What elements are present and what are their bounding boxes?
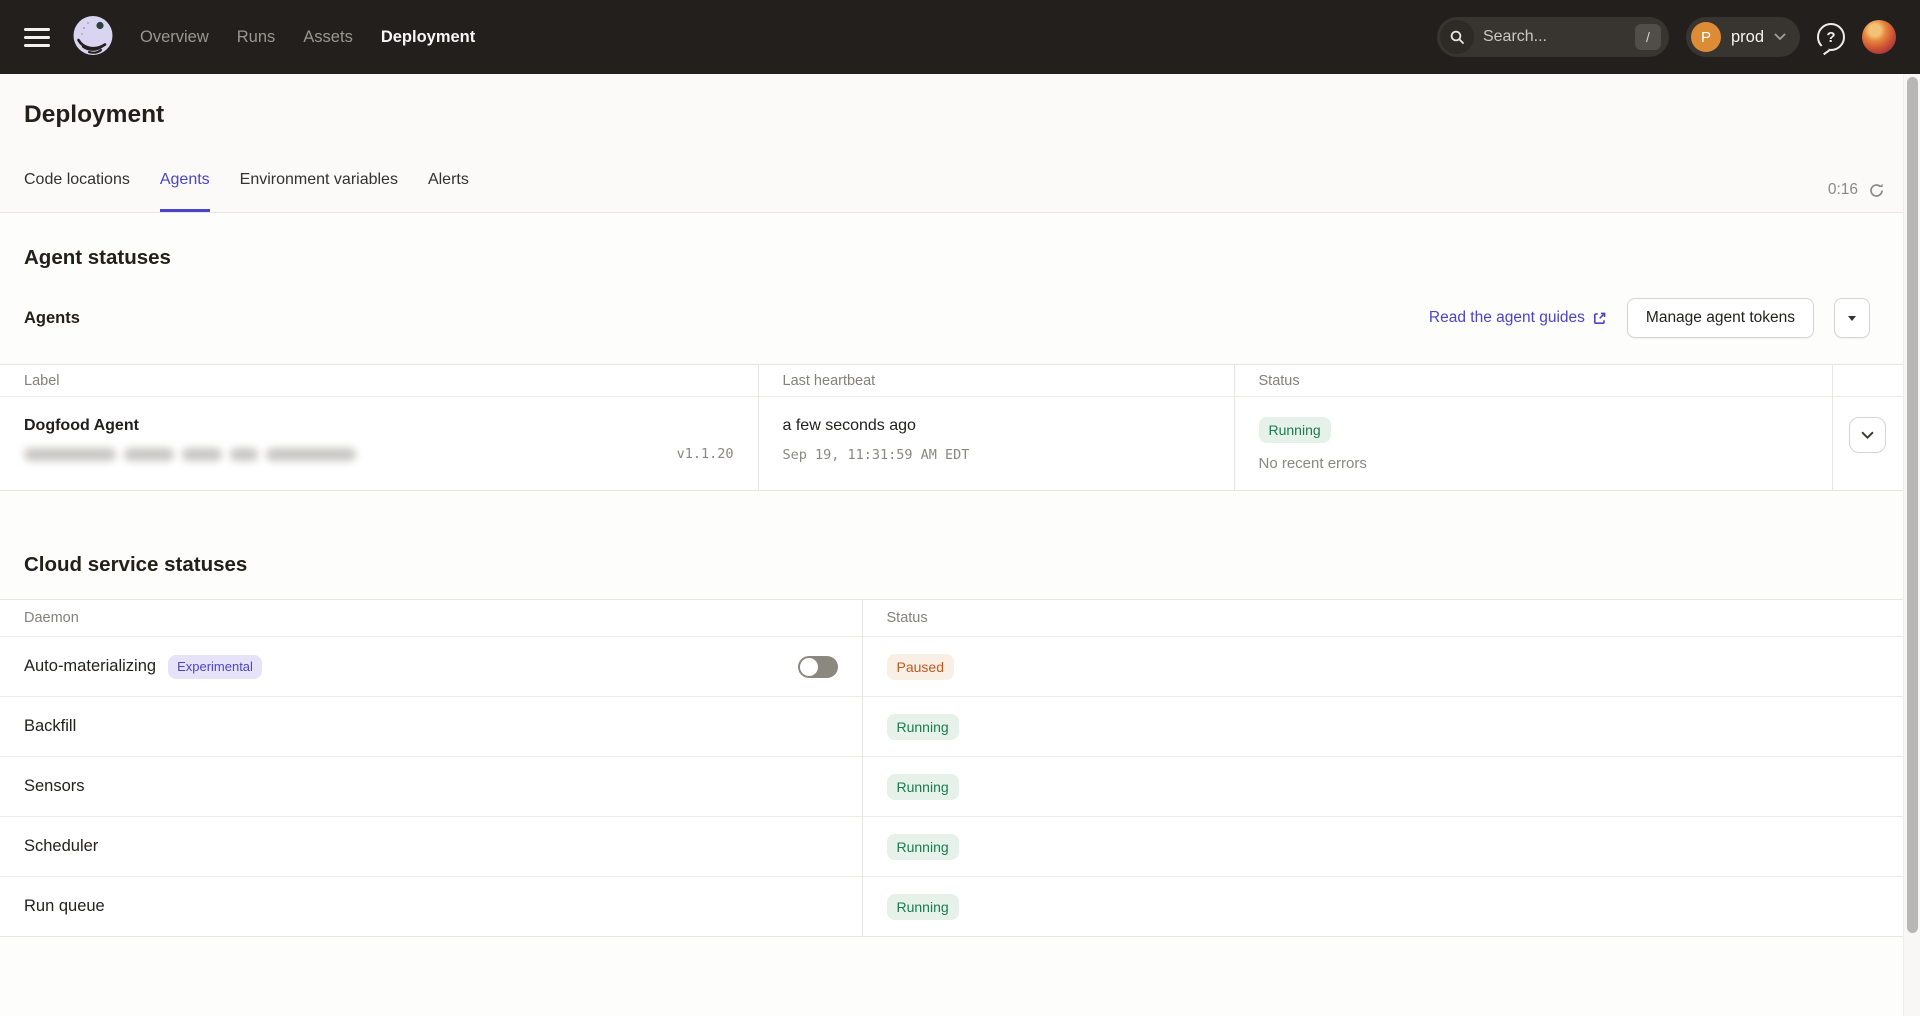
tab-alerts[interactable]: Alerts <box>428 171 469 212</box>
column-header-last-heartbeat: Last heartbeat <box>758 365 1234 397</box>
agents-more-actions-button[interactable] <box>1834 298 1870 338</box>
agent-heartbeat-timestamp: Sep 19, 11:31:59 AM EDT <box>783 447 1210 463</box>
cloud-services-table: Daemon Status Auto-materializing Experime… <box>0 599 1920 937</box>
agent-version: v1.1.20 <box>677 446 734 462</box>
daemon-name: Sensors <box>24 777 85 796</box>
chevron-down-icon <box>1861 431 1874 440</box>
refresh-icon[interactable] <box>1868 182 1885 199</box>
user-avatar[interactable] <box>1862 20 1896 54</box>
deployment-initial-badge: P <box>1691 22 1721 52</box>
nav-item-assets[interactable]: Assets <box>303 28 353 47</box>
agents-table: Label Last heartbeat Status Dogfood Agen… <box>0 364 1920 491</box>
agent-statuses-heading: Agent statuses <box>24 246 1896 270</box>
agent-table-row: Dogfood Agent v1.1.20 a few seconds ago … <box>0 397 1920 491</box>
refresh-indicator: 0:16 <box>1828 181 1885 199</box>
cloud-table-body: Auto-materializing Experimental Paused Back… <box>0 637 1920 937</box>
daemon-name: Backfill <box>24 717 76 736</box>
tab-code-locations[interactable]: Code locations <box>24 171 130 212</box>
manage-agent-tokens-button[interactable]: Manage agent tokens <box>1627 298 1814 338</box>
help-icon[interactable]: ? <box>1817 23 1845 51</box>
cloud-service-row: Run queue Running <box>0 877 1920 937</box>
daemon-name: Auto-materializing <box>24 657 156 676</box>
scrollbar-thumb[interactable] <box>1907 77 1918 933</box>
cloud-service-row: Sensors Running <box>0 757 1920 817</box>
column-header-daemon: Daemon <box>0 600 862 637</box>
daemon-name: Scheduler <box>24 837 98 856</box>
cloud-service-row: Scheduler Running <box>0 817 1920 877</box>
scrollbar-track[interactable] <box>1903 74 1920 1016</box>
daemon-status-badge: Running <box>887 774 959 800</box>
deployment-switcher-label: prod <box>1731 28 1764 47</box>
main-content: Agent statuses Agents Read the agent gui… <box>0 246 1920 937</box>
page-header: Deployment Code locations Agents Environ… <box>0 74 1920 213</box>
page-title: Deployment <box>24 101 1896 129</box>
tab-environment-variables[interactable]: Environment variables <box>240 171 398 212</box>
agent-row-expand-button[interactable] <box>1849 417 1886 453</box>
deployment-tabs: Code locations Agents Environment variab… <box>24 171 469 212</box>
external-link-icon <box>1592 311 1607 326</box>
daemon-name: Run queue <box>24 897 105 916</box>
search-input[interactable]: Search... / <box>1437 17 1669 57</box>
column-header-status: Status <box>1234 365 1832 397</box>
agent-status-detail: No recent errors <box>1259 455 1808 472</box>
cloud-service-row: Auto-materializing Experimental Paused <box>0 637 1920 697</box>
agent-heartbeat-relative: a few seconds ago <box>783 417 1210 435</box>
agent-status-badge: Running <box>1259 417 1331 443</box>
agent-id-redacted <box>24 448 356 461</box>
primary-nav: Overview Runs Assets Deployment <box>140 28 475 47</box>
menu-icon[interactable] <box>24 28 50 47</box>
tab-agents[interactable]: Agents <box>160 171 210 212</box>
top-navbar: Overview Runs Assets Deployment Search..… <box>0 0 1920 74</box>
chevron-down-icon <box>1774 33 1786 41</box>
cloud-service-statuses-heading: Cloud service statuses <box>24 553 1896 577</box>
refresh-timer: 0:16 <box>1828 181 1858 199</box>
experimental-badge: Experimental <box>168 655 262 679</box>
daemon-status-badge: Running <box>887 894 959 920</box>
column-header-label: Label <box>0 365 758 397</box>
daemon-status-badge: Running <box>887 834 959 860</box>
daemon-status-badge: Paused <box>887 654 954 680</box>
search-shortcut-key: / <box>1635 24 1661 50</box>
column-header-status: Status <box>862 600 1920 637</box>
search-placeholder: Search... <box>1483 28 1635 46</box>
search-icon <box>1440 20 1474 54</box>
daemon-toggle[interactable] <box>798 656 838 678</box>
deployment-switcher[interactable]: P prod <box>1686 17 1800 57</box>
agents-toolbar: Agents Read the agent guides Manage agen… <box>0 298 1920 338</box>
navbar-right: Search... / P prod ? <box>1437 17 1896 57</box>
dagster-logo-icon[interactable] <box>70 14 116 60</box>
agents-subheading: Agents <box>24 309 80 328</box>
agent-guides-link-label: Read the agent guides <box>1429 309 1585 327</box>
agent-name: Dogfood Agent <box>24 417 734 435</box>
agent-guides-link[interactable]: Read the agent guides <box>1429 309 1607 327</box>
nav-item-runs[interactable]: Runs <box>237 28 276 47</box>
cloud-service-row: Backfill Running <box>0 697 1920 757</box>
caret-down-icon <box>1848 316 1856 321</box>
nav-item-deployment[interactable]: Deployment <box>381 28 475 47</box>
daemon-status-badge: Running <box>887 714 959 740</box>
nav-item-overview[interactable]: Overview <box>140 28 209 47</box>
